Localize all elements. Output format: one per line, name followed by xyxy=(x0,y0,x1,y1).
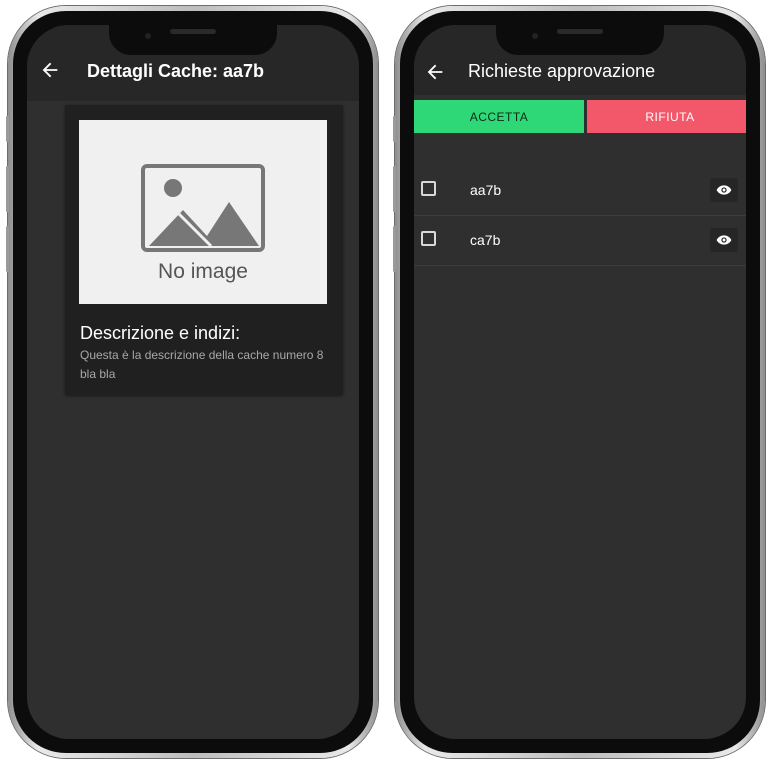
checkbox-icon[interactable] xyxy=(421,181,436,196)
side-button xyxy=(393,226,396,272)
side-button xyxy=(393,116,396,142)
request-name: ca7b xyxy=(470,232,501,248)
notch xyxy=(496,25,664,55)
side-button xyxy=(393,166,396,212)
reject-button[interactable]: RIFIUTA xyxy=(587,100,746,133)
cache-image: No image xyxy=(79,120,327,304)
description-text: Questa è la descrizione della cache nume… xyxy=(80,348,324,381)
accept-button[interactable]: ACCETTA xyxy=(414,100,584,133)
side-button xyxy=(6,226,9,272)
view-button[interactable] xyxy=(710,228,738,252)
view-button[interactable] xyxy=(710,178,738,202)
side-button xyxy=(6,166,9,212)
notch xyxy=(109,25,277,55)
request-list: aa7b ca7b xyxy=(414,166,746,266)
approval-screen: Richieste approvazione ACCETTA RIFIUTA a… xyxy=(414,25,746,739)
description-heading: Descrizione e indizi: xyxy=(80,323,241,343)
phone-frame-right: Richieste approvazione ACCETTA RIFIUTA a… xyxy=(393,6,765,758)
back-arrow-icon[interactable] xyxy=(424,61,446,83)
back-arrow-icon[interactable] xyxy=(39,59,61,81)
page-title: Dettagli Cache: aa7b xyxy=(87,61,265,81)
bezel: Richieste approvazione ACCETTA RIFIUTA a… xyxy=(400,11,760,753)
action-buttons: ACCETTA RIFIUTA xyxy=(414,100,746,133)
speaker xyxy=(557,29,603,34)
cache-card: No image Descrizione e indizi: Questa è … xyxy=(65,105,343,395)
speaker xyxy=(170,29,216,34)
no-image-label: No image xyxy=(158,260,248,283)
checkbox-icon[interactable] xyxy=(421,231,436,246)
image-placeholder-icon xyxy=(141,164,265,252)
eye-icon xyxy=(716,235,732,245)
request-row: aa7b xyxy=(414,166,746,216)
cache-detail-screen: Dettagli Cache: aa7b No image Descrizion… xyxy=(27,25,359,739)
request-name: aa7b xyxy=(470,182,502,198)
camera xyxy=(532,33,538,39)
eye-icon xyxy=(716,185,732,195)
request-row: ca7b xyxy=(414,216,746,266)
side-button xyxy=(6,116,9,142)
page-title: Richieste approvazione xyxy=(468,61,656,81)
phone-frame-left: Dettagli Cache: aa7b No image Descrizion… xyxy=(6,6,378,758)
camera xyxy=(145,33,151,39)
bezel: Dettagli Cache: aa7b No image Descrizion… xyxy=(13,11,373,753)
